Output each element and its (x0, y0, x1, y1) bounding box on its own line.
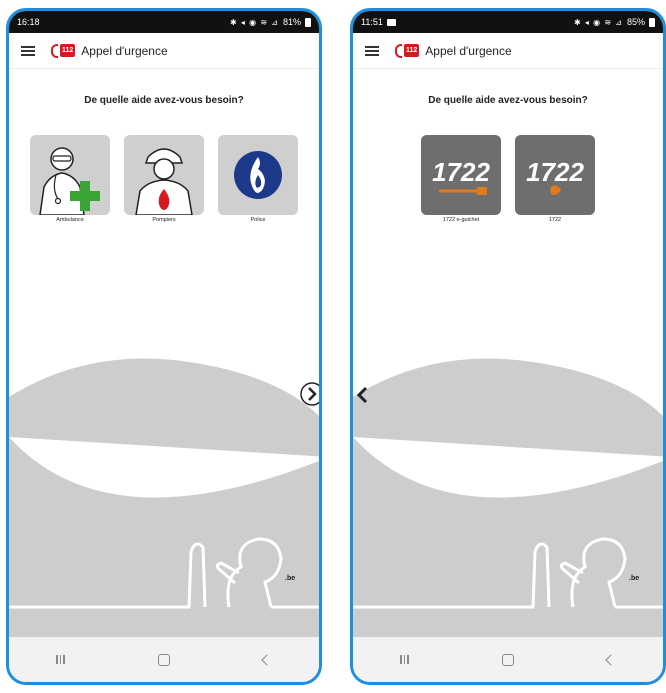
tile-1722-eguichet[interactable]: 1722 1722 e-guichet (421, 135, 501, 223)
battery-icon (305, 17, 311, 27)
tile-number: 1722 (432, 157, 490, 187)
battery-icon (649, 17, 655, 27)
hamburger-menu-icon[interactable] (21, 45, 35, 56)
1722-icon: 1722 (515, 135, 595, 215)
logo-112: 112 (60, 44, 76, 57)
system-status-icons: ✱ ◂ ◉ ≋ ⊿ (573, 17, 623, 27)
doctor-icon (30, 135, 110, 215)
recents-button[interactable] (390, 645, 420, 675)
system-status-icons: ✱ ◂ ◉ ≋ ⊿ (229, 17, 279, 27)
version-label: v.0.6.7 (291, 623, 309, 629)
hamburger-menu-icon[interactable] (365, 45, 379, 56)
status-bar: 11:51 ✱ ◂ ◉ ≋ ⊿ 85% (353, 11, 663, 33)
message-notification-icon (386, 18, 396, 26)
chevron-right-icon (300, 382, 319, 406)
back-button[interactable] (252, 645, 282, 675)
home-button[interactable] (149, 645, 179, 675)
tile-label: Ambulance (56, 217, 84, 223)
tile-label: Pompiers (152, 217, 176, 223)
android-nav-bar (353, 637, 663, 682)
home-icon (501, 653, 514, 666)
status-time: 16:18 (17, 17, 40, 27)
app-logo: 112 (51, 43, 76, 58)
tile-label: 1722 (548, 217, 562, 223)
phone-handset-icon (395, 43, 402, 58)
brand-suffix: .be (285, 575, 296, 582)
tile-1722[interactable]: 1722 1722 (515, 135, 595, 223)
app-title: Appel d'urgence (425, 43, 512, 58)
main-content: De quelle aide avez-vous besoin? 1722 17… (353, 69, 663, 637)
service-tiles: 1722 1722 e-guichet 1722 1722 (353, 135, 663, 223)
firefighter-icon (124, 135, 204, 215)
main-content: De quelle aide avez-vous besoin? Ambulan… (9, 69, 319, 637)
back-button[interactable] (596, 645, 626, 675)
page-heading: De quelle aide avez-vous besoin? (428, 95, 588, 106)
tile-label: 1722 e-guichet (442, 217, 480, 223)
phone-handset-icon (51, 43, 58, 58)
background-illustration: .be v.0.6.7 (9, 307, 319, 637)
app-logo: 112 (395, 43, 420, 58)
logo-112: 112 (404, 44, 420, 57)
app-title: Appel d'urgence (81, 43, 168, 58)
1722-eguichet-icon: 1722 (421, 135, 501, 215)
tile-label: Police (250, 217, 266, 223)
battery-percent: 85% (626, 17, 645, 27)
status-time: 11:51 (361, 17, 383, 27)
tile-ambulance[interactable]: Ambulance (30, 135, 110, 223)
service-tiles: Ambulance Pompiers Police (9, 135, 319, 223)
home-button[interactable] (493, 645, 523, 675)
back-icon (605, 653, 617, 666)
phone-screen-right: 11:51 ✱ ◂ ◉ ≋ ⊿ 85% 112 Appel d'urgence … (350, 8, 666, 685)
recents-icon (400, 655, 409, 664)
app-bar: 112 Appel d'urgence (9, 33, 319, 69)
police-flame-icon (218, 135, 298, 215)
version-label: v.0.6.7 (635, 623, 653, 629)
chevron-left-icon (356, 386, 368, 404)
tile-number: 1722 (526, 157, 584, 187)
recents-icon (56, 655, 65, 664)
status-bar: 16:18 ✱ ◂ ◉ ≋ ⊿ 81% (9, 11, 319, 33)
previous-arrow-button[interactable] (355, 385, 371, 410)
android-nav-bar (9, 637, 319, 682)
app-bar: 112 Appel d'urgence (353, 33, 663, 69)
brand-suffix: .be (629, 575, 640, 582)
back-icon (261, 653, 273, 666)
next-arrow-button[interactable] (299, 381, 319, 412)
battery-percent: 81% (282, 17, 301, 27)
background-illustration: .be v.0.6.7 (353, 307, 663, 637)
page-heading: De quelle aide avez-vous besoin? (84, 95, 244, 106)
phone-screen-left: 16:18 ✱ ◂ ◉ ≋ ⊿ 81% 112 Appel d'urgence … (6, 8, 322, 685)
tile-pompiers[interactable]: Pompiers (124, 135, 204, 223)
tile-police[interactable]: Police (218, 135, 298, 223)
recents-button[interactable] (46, 645, 76, 675)
home-icon (157, 653, 170, 666)
